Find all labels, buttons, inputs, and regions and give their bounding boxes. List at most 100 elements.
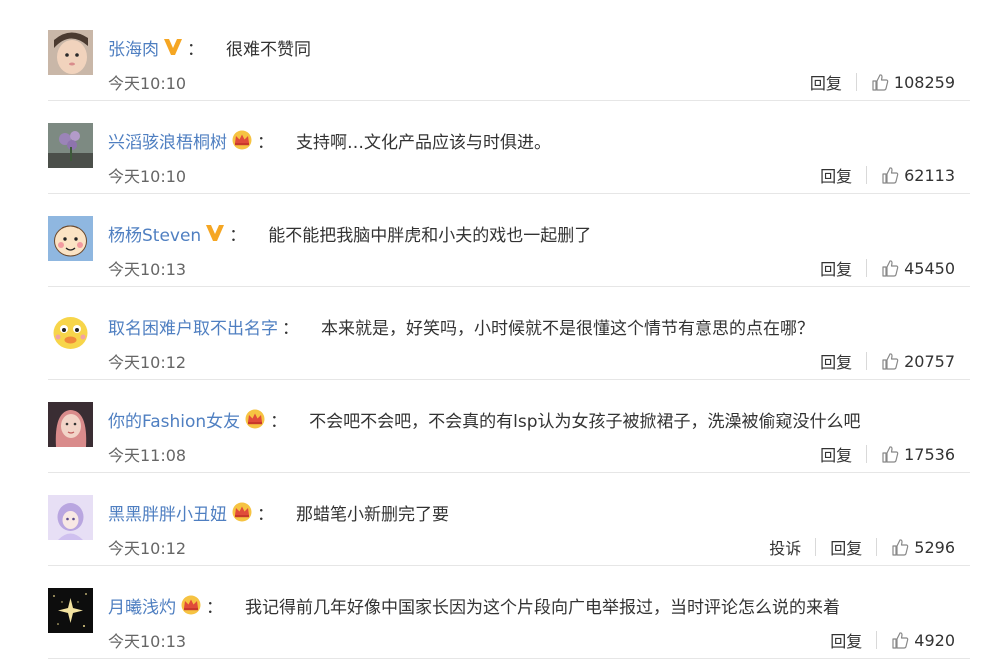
username-link[interactable]: 你的Fashion女友: [108, 407, 240, 432]
avatar[interactable]: [48, 402, 93, 447]
comment-time: 今天10:10: [108, 167, 187, 186]
reply-button[interactable]: 回复: [830, 535, 862, 559]
divider: [876, 631, 878, 649]
comment-text: 不会吧不会吧，不会真的有lsp认为女孩子被掀裙子，洗澡被偷窥没什么吧: [309, 411, 861, 432]
crown-icon: [231, 502, 253, 522]
comment-time: 今天10:12: [108, 539, 187, 558]
like-button[interactable]: 20757: [881, 352, 955, 371]
comment-actions: 回复 108259: [810, 70, 955, 94]
reply-button[interactable]: 回复: [820, 442, 852, 466]
like-count: 4920: [914, 630, 955, 650]
comment-text: 很难不赞同: [226, 39, 311, 60]
like-button[interactable]: 62113: [881, 166, 955, 185]
avatar[interactable]: [48, 309, 93, 354]
colon: ：: [229, 225, 247, 246]
like-button[interactable]: 108259: [871, 73, 955, 92]
like-button[interactable]: 5296: [891, 538, 955, 557]
comment-time: 今天10:13: [108, 260, 187, 279]
comment-time: 今天11:08: [108, 446, 187, 465]
divider: [876, 538, 878, 556]
like-count: 108259: [893, 72, 955, 92]
comment-item: 取名困难户取不出名字： 本来就是，好笑吗，小时候就不是很懂这个情节有意思的点在哪？…: [0, 287, 970, 380]
comment-content: 月曦浅灼 ： 我记得前几年好像中国家长因为这个片段向广电举报过，当时评论怎么说的来着: [108, 592, 840, 618]
reply-button[interactable]: 回复: [820, 163, 852, 187]
thumbs-up-icon: [881, 445, 904, 463]
comment-item: 月曦浅灼 ： 我记得前几年好像中国家长因为这个片段向广电举报过，当时评论怎么说的来着…: [0, 566, 970, 659]
divider: [866, 352, 868, 370]
avatar[interactable]: [48, 30, 93, 75]
reply-button[interactable]: 回复: [820, 349, 852, 373]
comment-content: 取名困难户取不出名字： 本来就是，好笑吗，小时候就不是很懂这个情节有意思的点在哪？: [108, 313, 814, 339]
username-link[interactable]: 月曦浅灼: [108, 593, 176, 618]
avatar[interactable]: [48, 216, 93, 261]
vip-v-icon: [163, 38, 183, 56]
like-count: 62113: [904, 165, 955, 185]
like-button[interactable]: 17536: [881, 445, 955, 464]
avatar[interactable]: [48, 495, 93, 540]
thumbs-up-icon: [881, 352, 904, 370]
comment-content: 张海肉 ： 很难不赞同: [108, 34, 311, 60]
comment-actions: 回复 62113: [820, 163, 955, 187]
divider: [866, 166, 868, 184]
comment-item: 兴滔骇浪梧桐树 ： 支持啊…文化产品应该与时俱进。今天10:10 回复 62113: [0, 101, 970, 194]
reply-button[interactable]: 回复: [830, 628, 862, 652]
username-link[interactable]: 兴滔骇浪梧桐树: [108, 128, 227, 153]
comment-content: 兴滔骇浪梧桐树 ： 支持啊…文化产品应该与时俱进。: [108, 127, 551, 153]
like-count: 17536: [904, 444, 955, 464]
vip-v-icon: [205, 224, 225, 242]
comment-text: 那蜡笔小新删完了要: [296, 504, 449, 525]
report-button[interactable]: 投诉: [769, 535, 801, 559]
comment-item: 黑黑胖胖小丑妞 ： 那蜡笔小新删完了要今天10:12 投诉 回复 5296: [0, 473, 970, 566]
crown-icon: [231, 130, 253, 150]
divider: [815, 538, 817, 556]
reply-button[interactable]: 回复: [820, 256, 852, 280]
colon: ：: [257, 504, 274, 525]
like-button[interactable]: 4920: [891, 631, 955, 650]
like-button[interactable]: 45450: [881, 259, 955, 278]
comment-actions: 回复 20757: [820, 349, 955, 373]
divider: [855, 73, 857, 91]
comment-content: 你的Fashion女友 ： 不会吧不会吧，不会真的有lsp认为女孩子被掀裙子，洗澡被…: [108, 406, 861, 432]
colon: ：: [187, 39, 204, 60]
like-count: 45450: [904, 258, 955, 278]
thumbs-up-icon: [891, 631, 914, 649]
like-count: 20757: [904, 351, 955, 371]
comment-actions: 回复 17536: [820, 442, 955, 466]
comment-text: 能不能把我脑中胖虎和小夫的戏也一起删了: [268, 225, 592, 246]
crown-icon: [244, 409, 266, 429]
colon: ：: [282, 318, 299, 339]
comment-item: 张海肉 ： 很难不赞同今天10:10 回复 108259: [0, 8, 970, 101]
comment-item: 你的Fashion女友 ： 不会吧不会吧，不会真的有lsp认为女孩子被掀裙子，洗澡被…: [0, 380, 970, 473]
comment-time: 今天10:13: [108, 632, 187, 651]
comment-item: 杨杨Steven ： 能不能把我脑中胖虎和小夫的戏也一起删了今天10:13 回复 454…: [0, 194, 970, 287]
thumbs-up-icon: [891, 538, 914, 556]
thumbs-up-icon: [881, 259, 904, 277]
username-link[interactable]: 杨杨Steven: [108, 221, 201, 246]
thumbs-up-icon: [871, 73, 894, 91]
like-count: 5296: [914, 537, 955, 557]
comment-text: 支持啊…文化产品应该与时俱进。: [296, 132, 551, 153]
separator: [48, 658, 970, 659]
thumbs-up-icon: [881, 166, 904, 184]
comment-time: 今天10:10: [108, 74, 187, 93]
avatar[interactable]: [48, 123, 93, 168]
divider: [866, 445, 868, 463]
reply-button[interactable]: 回复: [810, 70, 842, 94]
comment-actions: 投诉 回复 5296: [769, 535, 955, 559]
comment-content: 黑黑胖胖小丑妞 ： 那蜡笔小新删完了要: [108, 499, 449, 525]
username-link[interactable]: 张海肉: [108, 35, 159, 60]
comment-text: 我记得前几年好像中国家长因为这个片段向广电举报过，当时评论怎么说的来着: [245, 597, 840, 618]
username-link[interactable]: 黑黑胖胖小丑妞: [108, 500, 227, 525]
divider: [866, 259, 868, 277]
crown-icon: [180, 595, 202, 615]
avatar[interactable]: [48, 588, 93, 633]
colon: ：: [257, 132, 274, 153]
comment-actions: 回复 45450: [820, 256, 955, 280]
comment-content: 杨杨Steven ： 能不能把我脑中胖虎和小夫的戏也一起删了: [108, 220, 591, 246]
comment-text: 本来就是，好笑吗，小时候就不是很懂这个情节有意思的点在哪？: [321, 318, 814, 339]
comment-list: 张海肉 ： 很难不赞同今天10:10 回复 108259 兴滔骇浪梧桐树 ： 支持啊…文化产品…: [0, 0, 982, 665]
colon: ：: [206, 597, 223, 618]
comment-time: 今天10:12: [108, 353, 187, 372]
username-link[interactable]: 取名困难户取不出名字: [108, 314, 278, 339]
comment-actions: 回复 4920: [830, 628, 955, 652]
